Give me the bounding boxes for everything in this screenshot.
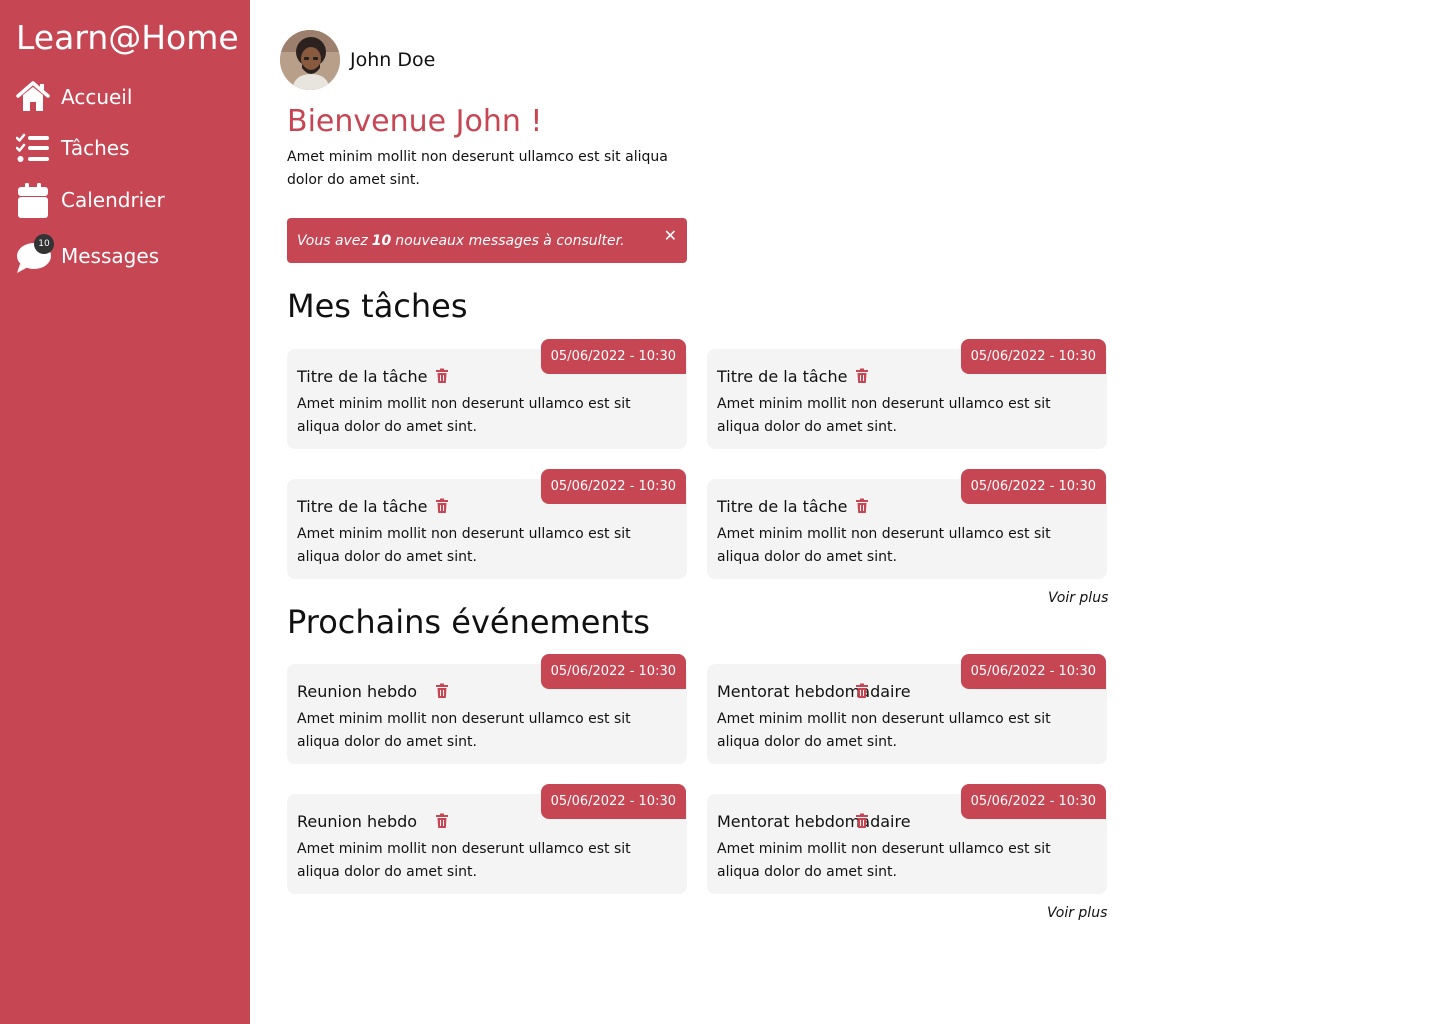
task-card[interactable]: 05/06/2022 - 10:30 Titre de la tâche Ame… [707,339,1107,449]
events-section-title: Prochains événements [287,603,650,641]
chat-bubble-icon: 10 [16,234,54,273]
card-title: Titre de la tâche [717,367,848,386]
sidebar-item-accueil[interactable]: Accueil [16,79,132,115]
tasks-see-more-link[interactable]: Voir plus [1048,590,1108,606]
card-title: Titre de la tâche [297,367,428,386]
task-card[interactable]: 05/06/2022 - 10:30 Titre de la tâche Ame… [707,469,1107,579]
sidebar: Learn@Home Accueil Tâches Calendrier 10 … [0,0,250,1024]
card-description: Amet minim mollit non deserunt ullamco e… [297,711,631,750]
card-title: Reunion hebdo [297,812,418,831]
date-badge: 05/06/2022 - 10:30 [540,784,686,819]
date-badge: 05/06/2022 - 10:30 [540,654,686,689]
card-description: Amet minim mollit non deserunt ullamco e… [297,526,631,565]
card-title: Mentorat hebdomadaire [717,812,911,831]
sidebar-item-label: Calendrier [61,188,165,212]
card-description: Amet minim mollit non deserunt ullamco e… [717,711,1051,750]
trash-icon[interactable] [434,683,450,699]
user-profile[interactable]: John Doe [280,30,435,90]
alert-count: 10 [371,232,392,249]
sidebar-item-calendrier[interactable]: Calendrier [16,182,165,218]
card-title: Titre de la tâche [717,497,848,516]
card-description: Amet minim mollit non deserunt ullamco e… [717,396,1051,435]
card-description: Amet minim mollit non deserunt ullamco e… [297,841,631,880]
trash-icon[interactable] [854,683,870,699]
trash-icon[interactable] [854,368,870,384]
date-badge: 05/06/2022 - 10:30 [960,654,1106,689]
tasks-section-title: Mes tâches [287,287,468,325]
card-title: Mentorat hebdomadaire [717,682,911,701]
events-see-more-link[interactable]: Voir plus [1047,905,1107,921]
event-card[interactable]: 05/06/2022 - 10:30 Reunion hebdo Amet mi… [287,654,687,764]
date-badge: 05/06/2022 - 10:30 [960,339,1106,374]
sidebar-item-label: Messages [61,244,160,268]
card-title: Reunion hebdo [297,682,418,701]
sidebar-item-messages[interactable]: 10 Messages [16,234,160,274]
sidebar-item-taches[interactable]: Tâches [15,130,130,166]
alert-prefix: Vous avez [297,232,368,249]
brand-logo: Learn@Home [16,18,239,57]
home-icon [16,80,50,114]
page-title: Bienvenue John ! [287,104,543,139]
event-card[interactable]: 05/06/2022 - 10:30 Reunion hebdo Amet mi… [287,784,687,894]
task-card[interactable]: 05/06/2022 - 10:30 Titre de la tâche Ame… [287,339,687,449]
message-count-badge: 10 [34,234,54,254]
date-badge: 05/06/2022 - 10:30 [540,469,686,504]
card-description: Amet minim mollit non deserunt ullamco e… [297,396,631,435]
alert-suffix: nouveaux messages à consulter. [395,232,625,249]
sidebar-item-label: Accueil [61,85,133,109]
trash-icon[interactable] [854,498,870,514]
trash-icon[interactable] [434,368,450,384]
event-card[interactable]: 05/06/2022 - 10:30 Mentorat hebdomadaire… [707,654,1107,764]
task-card[interactable]: 05/06/2022 - 10:30 Titre de la tâche Ame… [287,469,687,579]
task-list-icon [15,131,50,165]
card-description: Amet minim mollit non deserunt ullamco e… [717,841,1051,880]
date-badge: 05/06/2022 - 10:30 [540,339,686,374]
card-description: Amet minim mollit non deserunt ullamco e… [717,526,1051,565]
welcome-text: Amet minim mollit non deserunt ullamco e… [287,149,668,188]
date-badge: 05/06/2022 - 10:30 [960,784,1106,819]
avatar[interactable] [280,30,340,90]
close-icon[interactable]: ✕ [664,226,677,245]
card-title: Titre de la tâche [297,497,428,516]
user-name: John Doe [350,49,436,71]
calendar-icon [16,183,50,218]
trash-icon[interactable] [434,498,450,514]
trash-icon[interactable] [854,813,870,829]
sidebar-item-label: Tâches [61,136,130,160]
trash-icon[interactable] [434,813,450,829]
date-badge: 05/06/2022 - 10:30 [960,469,1106,504]
messages-alert: Vous avez 10 nouveaux messages à consult… [287,218,687,263]
event-card[interactable]: 05/06/2022 - 10:30 Mentorat hebdomadaire… [707,784,1107,894]
